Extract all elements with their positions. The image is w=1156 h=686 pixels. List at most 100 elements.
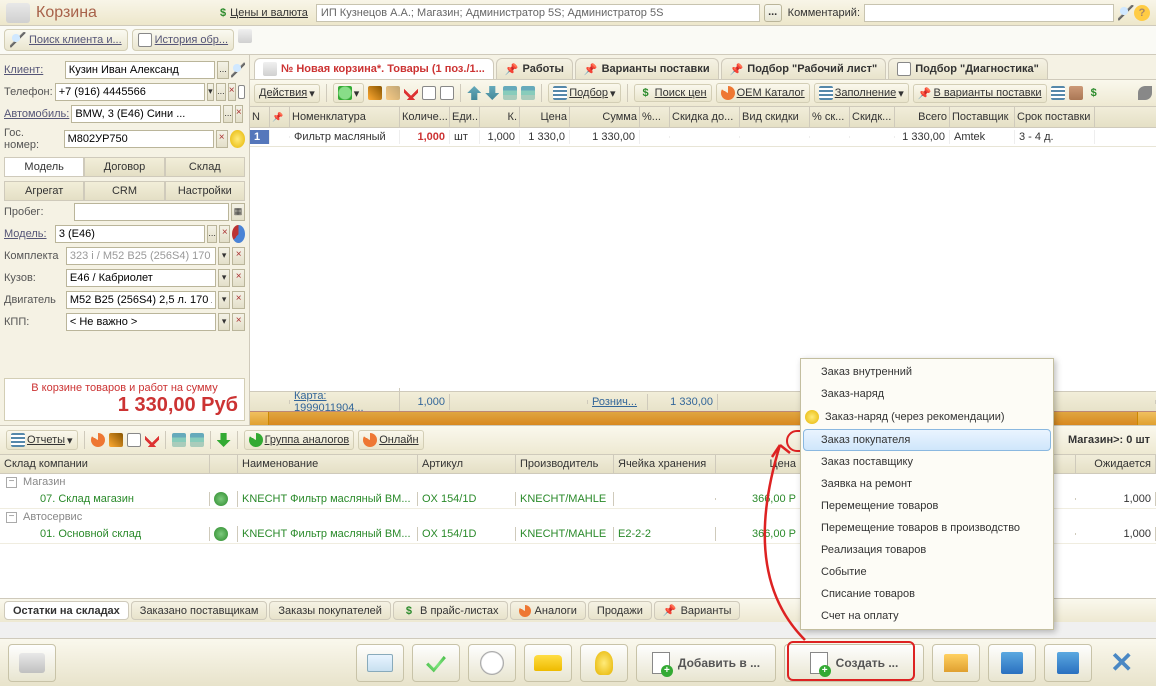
stock-col-price[interactable]: Цена xyxy=(716,455,801,473)
approve-button[interactable] xyxy=(412,644,460,682)
v-varianty-button[interactable]: 📌В варианты поставки xyxy=(913,84,1047,103)
col-discount[interactable]: Скидка до... xyxy=(670,107,740,127)
paste-icon[interactable] xyxy=(440,86,454,100)
kuzov-field[interactable] xyxy=(66,269,216,287)
prices-link[interactable]: Цены и валюта xyxy=(230,7,308,19)
btab-sales[interactable]: Продажи xyxy=(588,601,652,620)
stock-col-warehouse[interactable]: Склад компании xyxy=(0,455,210,473)
refresh2-icon[interactable] xyxy=(217,433,231,447)
menu-item-writeoff[interactable]: Списание товаров xyxy=(803,583,1051,605)
col-total[interactable]: Всего xyxy=(895,107,950,127)
hint-button[interactable] xyxy=(580,644,628,682)
poisk-cen-button[interactable]: $Поиск цен xyxy=(634,84,712,102)
tab-settings[interactable]: Настройки xyxy=(165,181,245,200)
tab-dogovor[interactable]: Договор xyxy=(84,157,164,176)
search-icon[interactable] xyxy=(231,62,245,78)
cart-small-icon[interactable] xyxy=(238,29,252,43)
organization-field[interactable] xyxy=(316,4,760,22)
menu-item-invoice[interactable]: Счет на оплату xyxy=(803,605,1051,627)
edit-icon[interactable] xyxy=(368,86,382,100)
menu-item-customer-order[interactable]: Заказ покупателя xyxy=(803,429,1051,451)
copy-icon[interactable] xyxy=(422,86,436,100)
create-button[interactable]: Создать ... xyxy=(784,644,924,682)
delete-icon[interactable] xyxy=(404,86,418,100)
dvig-field[interactable] xyxy=(66,291,216,309)
col-k[interactable]: К. xyxy=(480,107,520,127)
phone-extra-icon[interactable] xyxy=(238,85,245,99)
col-delivery[interactable]: Срок поставки xyxy=(1015,107,1095,127)
tab-crm[interactable]: CRM xyxy=(84,181,164,200)
phone-clear[interactable]: × xyxy=(228,83,236,101)
dollar-icon2[interactable]: $ xyxy=(1091,87,1097,99)
probeg-calc[interactable]: ▦ xyxy=(231,203,245,221)
footer-type[interactable]: Рознич... xyxy=(588,394,648,410)
col-n[interactable]: N xyxy=(250,107,270,127)
tab-worklist[interactable]: 📌Подбор "Рабочий лист" xyxy=(721,58,887,79)
col-supplier[interactable]: Поставщик xyxy=(950,107,1015,127)
gos-clear[interactable]: × xyxy=(216,130,228,148)
move-up-icon[interactable] xyxy=(467,86,481,100)
add-to-button[interactable]: Добавить в ... xyxy=(636,644,776,682)
tab-model[interactable]: Модель xyxy=(4,157,84,176)
col-qty[interactable]: Количе... xyxy=(400,107,450,127)
oem-button[interactable]: OEM Каталог xyxy=(716,83,810,103)
btab-pricelist[interactable]: $В прайс-листах xyxy=(393,601,508,620)
btab-ordered[interactable]: Заказано поставщикам xyxy=(131,601,268,620)
tab-new-cart[interactable]: № Новая корзина*. Товары (1 поз./1... xyxy=(254,58,494,79)
probeg-field[interactable] xyxy=(74,203,229,221)
kuzov-drop[interactable]: ▾ xyxy=(218,269,231,287)
reports-button[interactable]: Отчеты ▾ xyxy=(6,430,78,450)
tab-works[interactable]: 📌Работы xyxy=(496,58,573,79)
model-dots[interactable]: ... xyxy=(207,225,218,243)
save-button[interactable] xyxy=(1044,644,1092,682)
kpp-clear[interactable]: × xyxy=(232,313,245,331)
collapse-icon[interactable]: − xyxy=(6,477,17,488)
open-button[interactable] xyxy=(932,644,980,682)
stock-col-cell[interactable]: Ячейка хранения xyxy=(614,455,716,473)
stock-col-expected[interactable]: Ожидается xyxy=(1076,455,1156,473)
analog-group-button[interactable]: Группа аналогов xyxy=(244,430,355,450)
zapolnenie-button[interactable]: Заполнение ▾ xyxy=(814,83,909,103)
move-down-icon[interactable] xyxy=(485,86,499,100)
kompl-field[interactable] xyxy=(66,247,216,265)
menu-item-supplier-order[interactable]: Заказ поставщику xyxy=(803,451,1051,473)
stock-col-maker[interactable]: Производитель xyxy=(516,455,614,473)
model-clear[interactable]: × xyxy=(219,225,230,243)
col-unit[interactable]: Еди... xyxy=(450,107,480,127)
kompl-drop[interactable]: ▾ xyxy=(218,247,231,265)
phone-field[interactable] xyxy=(55,83,205,101)
menu-item-internal-order[interactable]: Заказ внутренний xyxy=(803,361,1051,383)
client-field[interactable] xyxy=(65,61,215,79)
history-button[interactable]: История обр... xyxy=(132,29,234,51)
auto-clear[interactable]: × xyxy=(235,105,243,123)
help-icon[interactable]: ? xyxy=(1134,5,1150,21)
online-button[interactable]: Онлайн xyxy=(358,430,423,450)
menu-item-goods-sale[interactable]: Реализация товаров xyxy=(803,539,1051,561)
print-button[interactable] xyxy=(8,644,56,682)
menu-item-work-order-rec[interactable]: Заказ-наряд (через рекомендации) xyxy=(803,405,1051,429)
schedule-button[interactable] xyxy=(468,644,516,682)
kompl-clear[interactable]: × xyxy=(232,247,245,265)
save-go-button[interactable] xyxy=(988,644,1036,682)
org-select-button[interactable]: ... xyxy=(764,4,782,22)
close-button[interactable]: ✕ xyxy=(1100,644,1148,682)
car-button[interactable] xyxy=(524,644,572,682)
tab-variants[interactable]: 📌Варианты поставки xyxy=(575,58,719,79)
add-button[interactable]: ▾ xyxy=(333,83,365,103)
auto-dots[interactable]: ... xyxy=(223,105,233,123)
dvig-drop[interactable]: ▾ xyxy=(218,291,231,309)
delete-icon[interactable] xyxy=(145,433,159,447)
sort2-icon[interactable] xyxy=(521,86,535,100)
sort-icon[interactable] xyxy=(503,86,517,100)
col-pct-disc[interactable]: % ск... xyxy=(810,107,850,127)
menu-item-repair-request[interactable]: Заявка на ремонт xyxy=(803,473,1051,495)
grid-row[interactable]: 1 Фильтр масляный 1,000 шт 1,000 1 330,0… xyxy=(250,128,1156,147)
chart-icon[interactable] xyxy=(232,225,245,243)
btab-stock[interactable]: Остатки на складах xyxy=(4,601,129,620)
collapse-icon[interactable]: − xyxy=(6,512,17,523)
bulb-icon[interactable] xyxy=(230,130,245,148)
col-price[interactable]: Цена xyxy=(520,107,570,127)
btab-variants[interactable]: 📌Варианты xyxy=(654,601,741,620)
gos-field[interactable] xyxy=(64,130,214,148)
col-t[interactable]: 📌 xyxy=(270,107,290,127)
